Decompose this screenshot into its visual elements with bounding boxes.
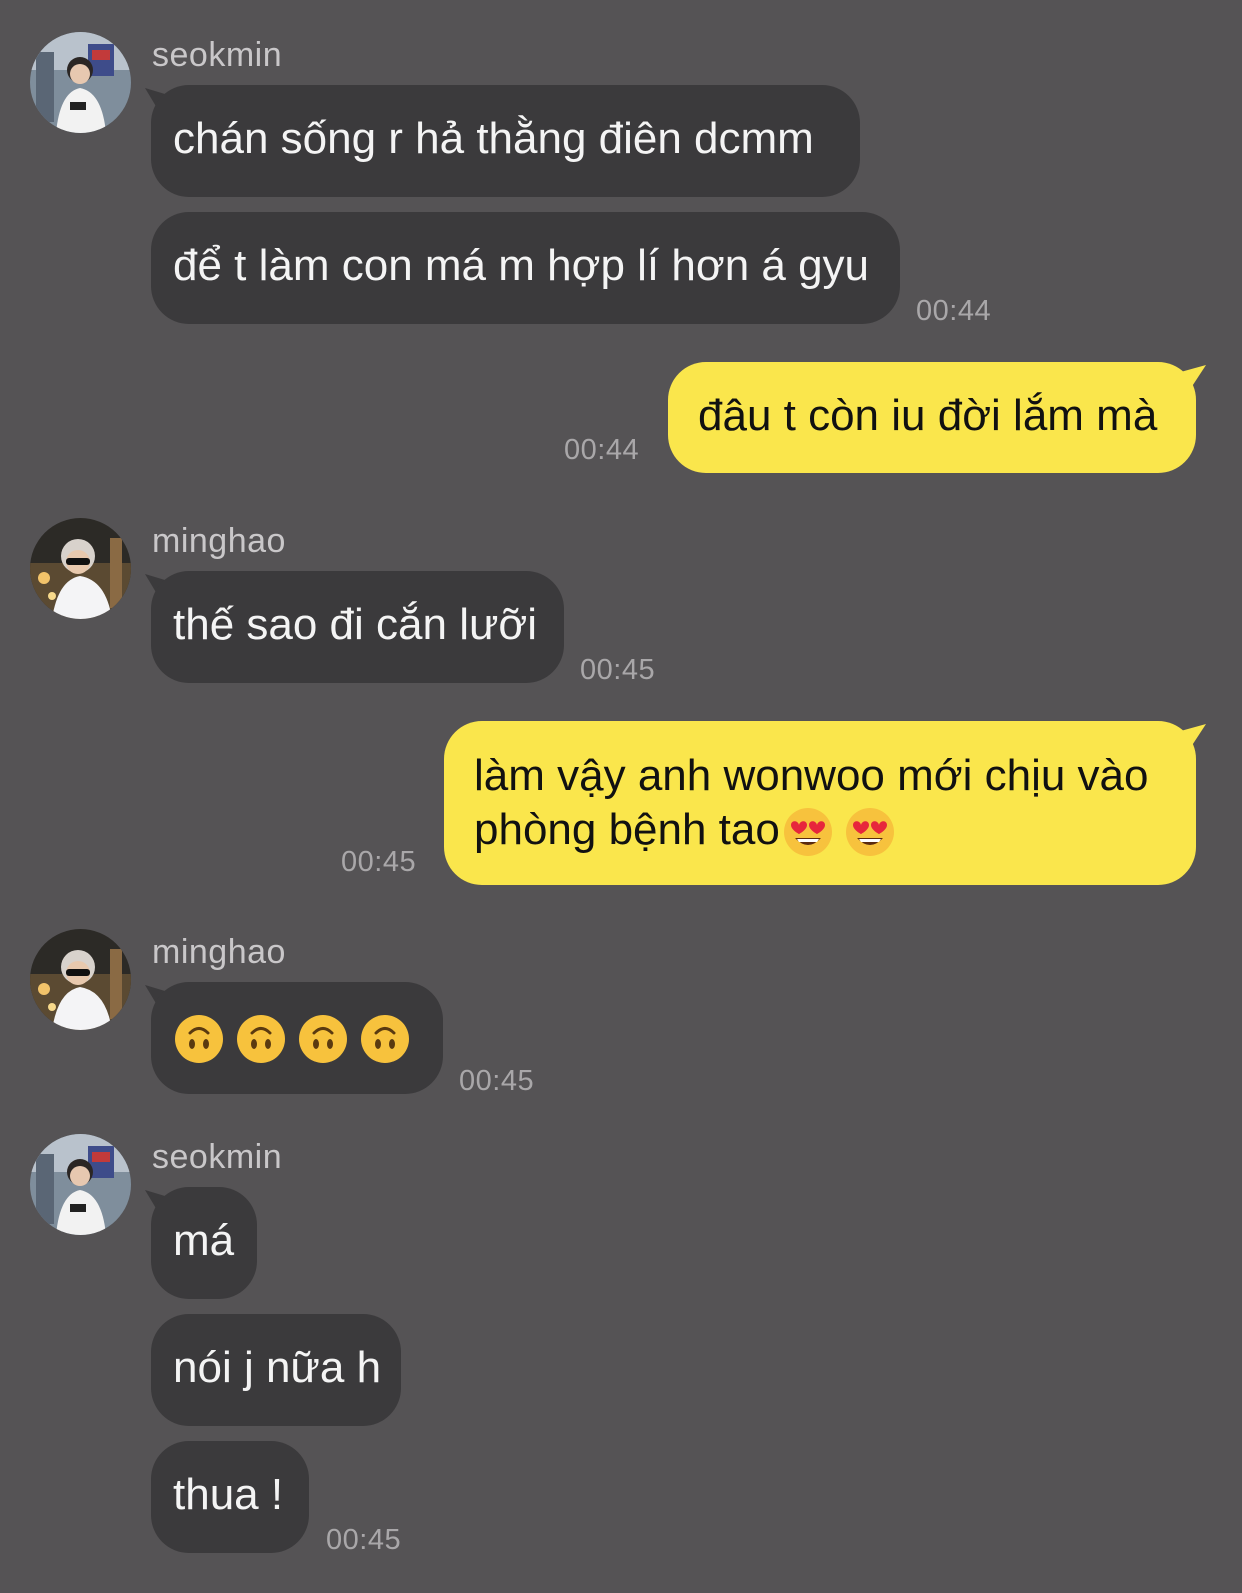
sender-name: seokmin (152, 36, 283, 74)
upside-down-face-emoji (359, 1013, 411, 1065)
message-text: phòng bệnh tao (474, 805, 780, 854)
avatar-seokmin[interactable] (30, 32, 131, 133)
message-text: má (173, 1216, 235, 1265)
message-text: thua ! (173, 1470, 284, 1519)
message-bubble[interactable]: nói j nữa h (151, 1314, 401, 1426)
bubble-tail (1182, 365, 1206, 387)
message-text: để t làm con má m hợp lí hơn á gyu (173, 241, 870, 290)
heart-eyes-emoji (844, 806, 896, 858)
sender-name: minghao (152, 933, 286, 971)
sender-name: seokmin (152, 1138, 283, 1176)
message-timestamp: 00:45 (326, 1524, 402, 1556)
bubble-tail (1182, 724, 1206, 746)
message-timestamp: 00:45 (580, 654, 656, 686)
message-text: chán sống r hả thằng điên dcmm (173, 114, 814, 163)
upside-down-face-emoji (173, 1013, 225, 1065)
avatar-minghao[interactable] (30, 518, 131, 619)
message-text: nói j nữa h (173, 1343, 382, 1392)
message-text: thế sao đi cắn lưỡi (173, 600, 538, 649)
message-bubble[interactable]: đâu t còn iu đời lắm mà (668, 362, 1196, 473)
upside-down-face-emoji (297, 1013, 349, 1065)
avatar-minghao[interactable] (30, 929, 131, 1030)
message-bubble[interactable]: để t làm con má m hợp lí hơn á gyu (151, 212, 900, 324)
message-timestamp: 00:44 (564, 434, 640, 466)
message-bubble[interactable]: chán sống r hả thằng điên dcmm (151, 85, 860, 197)
message-bubble[interactable]: thua ! (151, 1441, 309, 1553)
message-timestamp: 00:45 (459, 1065, 535, 1097)
message-text: đâu t còn iu đời lắm mà (698, 391, 1158, 440)
message-timestamp: 00:45 (341, 846, 417, 878)
message-timestamp: 00:44 (916, 295, 992, 327)
heart-eyes-emoji (782, 806, 834, 858)
message-text-line: làm vậy anh wonwoo mới chịu vào (474, 751, 1149, 800)
message-bubble[interactable]: má (151, 1187, 257, 1299)
sender-name: minghao (152, 522, 286, 560)
message-bubble[interactable] (151, 982, 443, 1094)
message-bubble[interactable]: thế sao đi cắn lưỡi (151, 571, 564, 683)
message-text-line: phòng bệnh tao (474, 803, 1166, 858)
avatar-seokmin[interactable] (30, 1134, 131, 1235)
message-bubble[interactable]: làm vậy anh wonwoo mới chịu vào phòng bệ… (444, 721, 1196, 885)
upside-down-face-emoji (235, 1013, 287, 1065)
